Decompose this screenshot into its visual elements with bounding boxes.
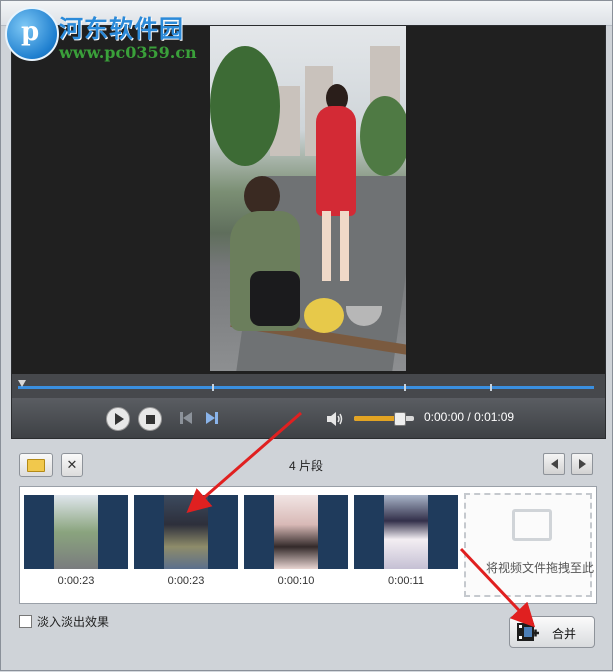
volume-knob[interactable] [394,412,406,426]
time-display: 0:00:00 / 0:01:09 [424,410,514,424]
segment-strip: 0:00:23 0:00:23 0:00:10 0:00:11 将视频文件拖拽至… [19,486,597,604]
seek-track [18,386,594,389]
arrow-left-icon [550,459,558,469]
segment-marker [490,384,492,391]
stop-button[interactable] [138,407,162,431]
seek-thumb[interactable] [18,380,26,387]
drop-zone[interactable]: 将视频文件拖拽至此 [464,493,595,597]
remove-segment-button[interactable]: ✕ [61,453,83,477]
move-left-button[interactable] [543,453,565,475]
clip-thumbnail [244,495,348,569]
clip-thumbnail [134,495,238,569]
clip-thumbnail [24,495,128,569]
close-icon: ✕ [66,457,78,473]
seek-bar[interactable] [18,380,598,392]
segment-clip[interactable]: 0:00:10 [244,495,348,593]
segment-count: 4 片段 [289,459,324,473]
previous-button[interactable] [180,409,198,427]
drop-arrow-icon [512,509,552,541]
play-icon [114,413,124,425]
segment-clip[interactable]: 0:00:23 [24,495,128,593]
clip-duration: 0:00:10 [277,575,315,587]
open-file-button[interactable] [19,453,53,477]
play-button[interactable] [106,407,130,431]
segment-clip[interactable]: 0:00:11 [354,495,458,593]
watermark-title: 河东软件园 [59,14,184,43]
next-icon [206,412,215,424]
drop-hint: 将视频文件拖拽至此 [486,561,595,575]
watermark-url: www.pc0359.cn [59,43,197,62]
merge-button[interactable]: 合并 [509,616,595,648]
volume-slider[interactable] [354,412,414,426]
total-time: 0:01:09 [474,410,515,424]
watermark-logo: p [5,7,59,61]
current-time: 0:00:00 [424,410,465,424]
clip-duration: 0:00:23 [167,575,205,587]
segment-toolbar: ✕ 4 片段 [19,453,597,479]
speaker-icon[interactable] [326,411,344,427]
arrow-right-icon [578,459,586,469]
playback-controls: 0:00:00 / 0:01:09 [12,398,605,438]
video-display[interactable] [12,26,605,374]
time-separator: / [464,410,475,424]
app-window: p 河东软件园 www.pc0359.cn 0:00:00 / 0:01:09 … [0,0,613,671]
video-frame [210,26,406,371]
clip-duration: 0:00:23 [57,575,95,587]
move-right-button[interactable] [571,453,593,475]
watermark: p 河东软件园 www.pc0359.cn [5,7,205,67]
next-button[interactable] [206,409,224,427]
volume-level [354,416,399,421]
film-merge-icon [517,623,539,641]
folder-icon [27,458,45,472]
segment-marker [212,384,214,391]
segment-marker [404,384,406,391]
fade-checkbox[interactable] [19,615,32,628]
merge-label: 合并 [552,627,577,641]
fade-label: 淡入淡出效果 [37,615,110,629]
segment-clip[interactable]: 0:00:23 [134,495,238,593]
clip-duration: 0:00:11 [388,575,424,587]
video-player: 0:00:00 / 0:01:09 [11,25,606,439]
fade-option[interactable]: 淡入淡出效果 [19,613,109,630]
clip-thumbnail [354,495,458,569]
stop-icon [145,414,155,424]
